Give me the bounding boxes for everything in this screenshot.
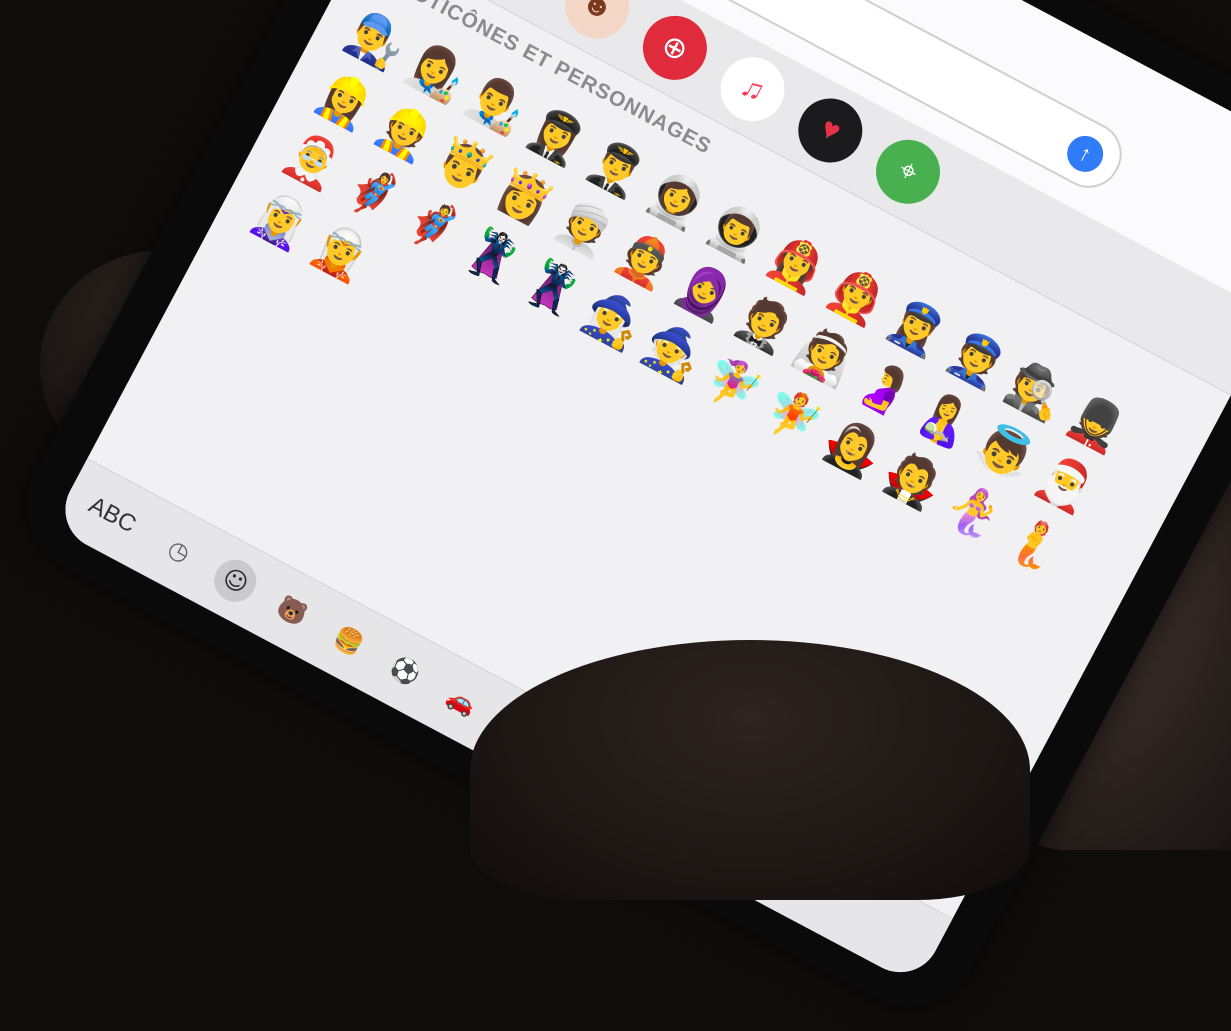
abc-keyboard-switch[interactable]: ABC [84, 491, 140, 539]
music-note-icon: ♫ [735, 68, 771, 109]
app-store-app[interactable]: Ⓐ [476, 0, 563, 9]
car-icon[interactable]: 🚗 [433, 673, 490, 730]
burger-icon[interactable]: 🍔 [320, 613, 377, 670]
clock-icon[interactable]: ◷ [151, 523, 208, 580]
soccer-ball-icon[interactable]: ⚽ [377, 643, 434, 700]
image-search-app[interactable]: ⊕ [631, 4, 719, 92]
bear-icon[interactable]: 🐻 [264, 583, 321, 640]
send-button[interactable]: ↑ [1060, 129, 1110, 179]
arrow-up-icon: ↑ [1074, 139, 1097, 168]
memoji-app[interactable]: ☻ [553, 0, 641, 50]
smiley-icon[interactable]: ☺ [207, 552, 264, 610]
globe-search-icon: ⊕ [656, 27, 694, 69]
digital-touch-app[interactable]: ♥ [787, 87, 874, 174]
memoji-icon: ☻ [575, 0, 620, 29]
maps-icon: ⌖ [893, 152, 924, 190]
heart-icon: ♥ [814, 111, 847, 149]
thumb [470, 640, 1030, 900]
maps-app[interactable]: ⌖ [864, 128, 952, 216]
music-app[interactable]: ♫ [709, 45, 796, 133]
